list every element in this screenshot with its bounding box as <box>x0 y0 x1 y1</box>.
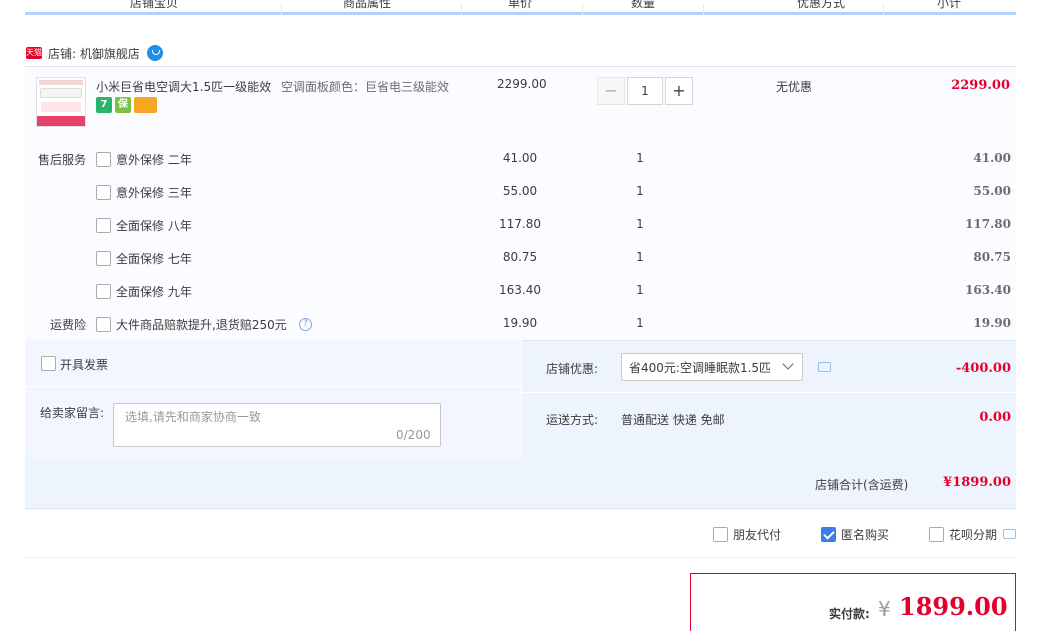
product-discount: 无优惠 <box>776 80 813 94</box>
guarantee-icon[interactable]: 保 <box>115 97 131 113</box>
shop-discount-amount: -400.00 <box>955 361 1011 376</box>
product-subtotal: 2299.00 <box>951 78 1010 93</box>
payment-label: 实付款: <box>829 607 870 621</box>
service-qty: 1 <box>636 151 644 165</box>
shipping-insurance-price: 19.90 <box>502 316 538 330</box>
after-sales-label: 售后服务 <box>38 153 87 167</box>
huabei-option[interactable]: 花呗分期 <box>929 526 997 543</box>
shipping-insurance-subtotal: 19.90 <box>973 316 1011 330</box>
header-separator <box>703 4 704 15</box>
product-attribute: 空调面板颜色：巨省电三级能效 <box>281 80 450 94</box>
service-name: 全面保修 七年 <box>116 252 192 266</box>
delivery-value: 普通配送 快递 免邮 <box>621 413 725 427</box>
friend-pay-label: 朋友代付 <box>733 528 782 542</box>
shop-row: 天猫 店铺: 机御旗舰店 <box>26 44 163 62</box>
col-discount-header: 优惠方式 <box>797 0 846 10</box>
invoice-checkbox[interactable] <box>41 356 56 371</box>
divider <box>521 340 522 458</box>
divider <box>25 386 521 387</box>
qty-plus-button[interactable]: + <box>665 77 693 105</box>
service-subtotal: 80.75 <box>973 250 1011 264</box>
invoice-label: 开具发票 <box>60 358 109 372</box>
product-thumbnail[interactable] <box>36 77 86 127</box>
service-price: 41.00 <box>502 151 538 165</box>
divider <box>522 392 1016 393</box>
col-subtotal-header: 小计 <box>937 0 962 10</box>
shipping-insurance-checkbox[interactable] <box>96 317 111 332</box>
qty-minus-button[interactable]: − <box>597 77 625 105</box>
credit-card-icon[interactable] <box>134 97 157 113</box>
tmall-badge-icon: 天猫 <box>26 47 42 59</box>
header-separator <box>461 4 462 15</box>
anonymous-checkbox[interactable] <box>821 527 836 542</box>
message-icon[interactable] <box>1003 529 1016 539</box>
service-qty: 1 <box>636 184 644 198</box>
col-qty-header: 数量 <box>631 0 656 10</box>
header-separator <box>281 4 282 15</box>
col-attr-header: 商品属性 <box>343 0 392 10</box>
service-price: 163.40 <box>499 283 541 297</box>
service-qty: 1 <box>636 217 644 231</box>
seven-day-return-icon[interactable]: 7 <box>96 97 112 113</box>
anonymous-option[interactable]: 匿名购买 <box>821 526 889 543</box>
service-checkbox[interactable] <box>96 185 111 200</box>
payment-currency: ¥ <box>878 597 891 621</box>
product-badges: 7 保 <box>96 97 160 113</box>
service-qty: 1 <box>636 283 644 297</box>
service-name: 意外保修 二年 <box>116 153 192 167</box>
service-checkbox[interactable] <box>96 284 111 299</box>
shop-total-amount: ¥1899.00 <box>943 475 1011 490</box>
product-unit-price: 2299.00 <box>497 77 547 91</box>
quantity-stepper: − 1 + <box>597 77 693 105</box>
payment-amount: 1899.00 <box>899 592 1008 621</box>
service-price: 117.80 <box>499 217 541 231</box>
shop-name-link[interactable]: 店铺: 机御旗舰店 <box>48 45 140 62</box>
shipping-insurance-qty: 1 <box>636 316 644 330</box>
shop-total-label: 店铺合计(含运费) <box>815 478 909 492</box>
header-separator <box>582 4 583 15</box>
service-name: 全面保修 八年 <box>116 219 192 233</box>
delivery-label: 运送方式: <box>546 413 599 427</box>
message-icon[interactable] <box>818 362 831 372</box>
cart-header: 店铺宝贝 商品属性 单价 数量 优惠方式 小计 <box>25 0 1016 15</box>
shop-discount-label: 店铺优惠: <box>546 362 599 376</box>
huabei-checkbox[interactable] <box>929 527 944 542</box>
col-item-header: 店铺宝贝 <box>130 0 179 10</box>
friend-pay-checkbox[interactable] <box>713 527 728 542</box>
service-subtotal: 55.00 <box>973 184 1011 198</box>
anonymous-label: 匿名购买 <box>841 528 890 542</box>
shop-discount-selected: 省400元:空调睡眠款1.5匹 <box>629 361 772 375</box>
huabei-label: 花呗分期 <box>949 528 998 542</box>
service-subtotal: 41.00 <box>973 151 1011 165</box>
message-char-counter: 0/200 <box>396 428 431 442</box>
help-icon[interactable]: ? <box>299 318 312 331</box>
service-checkbox[interactable] <box>96 218 111 233</box>
col-price-header: 单价 <box>508 0 533 10</box>
service-subtotal: 117.80 <box>965 217 1011 231</box>
message-placeholder: 选填,请先和商家协商一致 <box>125 410 261 424</box>
service-name: 全面保修 九年 <box>116 285 192 299</box>
product-title-link[interactable]: 小米巨省电空调大1.5匹一级能效 <box>96 78 274 95</box>
friend-pay-option[interactable]: 朋友代付 <box>713 526 781 543</box>
service-price: 55.00 <box>502 184 538 198</box>
shipping-insurance-name: 大件商品赔款提升,退货赔250元 <box>116 318 287 332</box>
service-subtotal: 163.40 <box>965 283 1011 297</box>
message-label: 给卖家留言: <box>40 406 105 420</box>
delivery-amount: 0.00 <box>979 410 1011 425</box>
wangwang-chat-icon[interactable] <box>146 45 163 61</box>
service-checkbox[interactable] <box>96 251 111 266</box>
service-price: 80.75 <box>502 250 538 264</box>
service-name: 意外保修 三年 <box>116 186 192 200</box>
shipping-insurance-label: 运费险 <box>50 318 87 332</box>
service-checkbox[interactable] <box>96 152 111 167</box>
header-separator <box>883 4 884 15</box>
service-qty: 1 <box>636 250 644 264</box>
qty-input[interactable]: 1 <box>627 77 663 105</box>
